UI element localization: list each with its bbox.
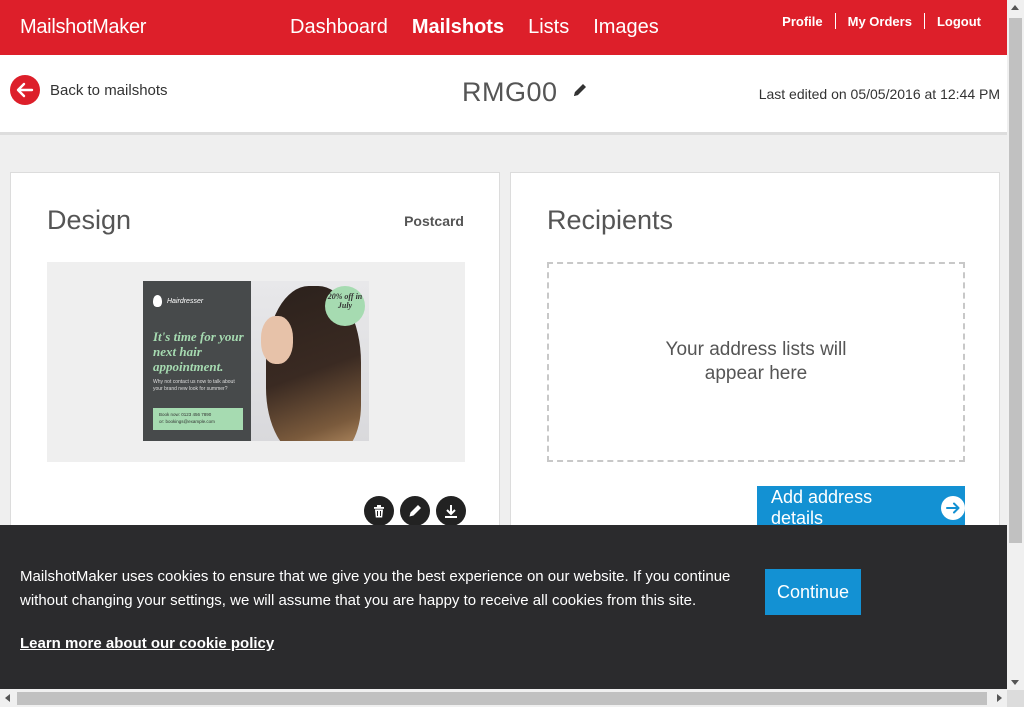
profile-link[interactable]: Profile	[782, 14, 822, 29]
scroll-down-icon[interactable]	[1011, 680, 1019, 685]
logout-link[interactable]: Logout	[937, 14, 981, 29]
brand-logo[interactable]: MailshotMaker	[20, 16, 146, 39]
arrow-left-icon	[10, 75, 40, 105]
back-label: Back to mailshots	[50, 81, 168, 99]
mailshot-title-group: RMG00	[462, 77, 588, 108]
scroll-up-icon[interactable]	[1011, 5, 1019, 10]
my-orders-link[interactable]: My Orders	[848, 14, 912, 29]
face-illustration	[261, 316, 293, 364]
add-address-label: Add address details	[771, 487, 873, 528]
download-icon[interactable]	[436, 496, 466, 526]
last-edited-text: Last edited on 05/05/2016 at 12:44 PM	[758, 86, 1000, 102]
pencil-icon[interactable]	[572, 82, 588, 103]
back-to-mailshots-link[interactable]: Back to mailshots	[10, 75, 168, 105]
hairdresser-logo-icon	[153, 295, 162, 307]
design-actions	[364, 496, 466, 526]
placeholder-text: Your address lists will appear here	[665, 339, 847, 384]
scroll-left-icon[interactable]	[5, 694, 10, 702]
design-heading: Design	[47, 205, 132, 235]
cookie-policy-link[interactable]: Learn more about our cookie policy	[20, 635, 274, 652]
address-lists-placeholder: Your address lists will appear here	[547, 262, 965, 462]
cookie-banner: MailshotMaker uses cookies to ensure tha…	[0, 525, 1007, 689]
arrow-right-icon	[941, 496, 965, 520]
mailshot-title: RMG00	[462, 77, 558, 107]
postcard-left-panel: Hairdresser It's time for your next hair…	[143, 281, 251, 441]
postcard-subtext: Why not contact us now to talk about you…	[153, 379, 235, 392]
postcard-booking-box: Book now: 0123 456 7890 or: bookings@exa…	[153, 408, 243, 430]
design-card: Design Postcard Hairdresser It's time fo…	[10, 172, 500, 532]
trash-icon[interactable]	[364, 496, 394, 526]
main-nav: Dashboard Mailshots Lists Images	[290, 16, 659, 39]
recipients-card: Recipients Your address lists will appea…	[510, 172, 1000, 532]
divider	[923, 13, 925, 29]
user-nav: Profile My Orders Logout	[782, 13, 981, 29]
nav-mailshots[interactable]: Mailshots	[412, 16, 504, 39]
nav-images[interactable]: Images	[593, 16, 659, 39]
postcard-brand-text: Hairdresser	[167, 297, 204, 305]
postcard-headline: It's time for your next hair appointment…	[153, 329, 244, 374]
scroll-thumb[interactable]	[17, 692, 987, 705]
postcard-thumbnail: Hairdresser It's time for your next hair…	[143, 281, 369, 441]
pencil-icon[interactable]	[400, 496, 430, 526]
mailshot-header: Back to mailshots RMG00 Last edited on 0…	[0, 55, 1007, 135]
design-preview[interactable]: Hairdresser It's time for your next hair…	[47, 262, 465, 462]
card-type-label: Postcard	[404, 213, 464, 229]
recipients-heading: Recipients	[547, 205, 674, 235]
scroll-thumb[interactable]	[1009, 18, 1022, 543]
postcard-photo: 20% off in July	[251, 281, 369, 441]
scrollbar-corner	[1007, 690, 1024, 707]
horizontal-scrollbar[interactable]	[0, 690, 1007, 707]
discount-badge: 20% off in July	[325, 286, 365, 326]
divider	[834, 13, 836, 29]
postcard-brand: Hairdresser	[153, 295, 203, 307]
postcard-booking-phone: Book now: 0123 456 7890	[159, 412, 212, 417]
top-navbar: MailshotMaker Dashboard Mailshots Lists …	[0, 0, 1007, 55]
add-address-details-button[interactable]: Add address details	[757, 486, 965, 530]
nav-dashboard[interactable]: Dashboard	[290, 16, 388, 39]
scroll-right-icon[interactable]	[997, 694, 1002, 702]
postcard-booking-email: or: bookings@example.com	[159, 419, 215, 424]
nav-lists[interactable]: Lists	[528, 16, 569, 39]
cookie-message: MailshotMaker uses cookies to ensure tha…	[20, 568, 731, 609]
vertical-scrollbar[interactable]	[1007, 0, 1024, 690]
continue-button[interactable]: Continue	[765, 569, 861, 615]
